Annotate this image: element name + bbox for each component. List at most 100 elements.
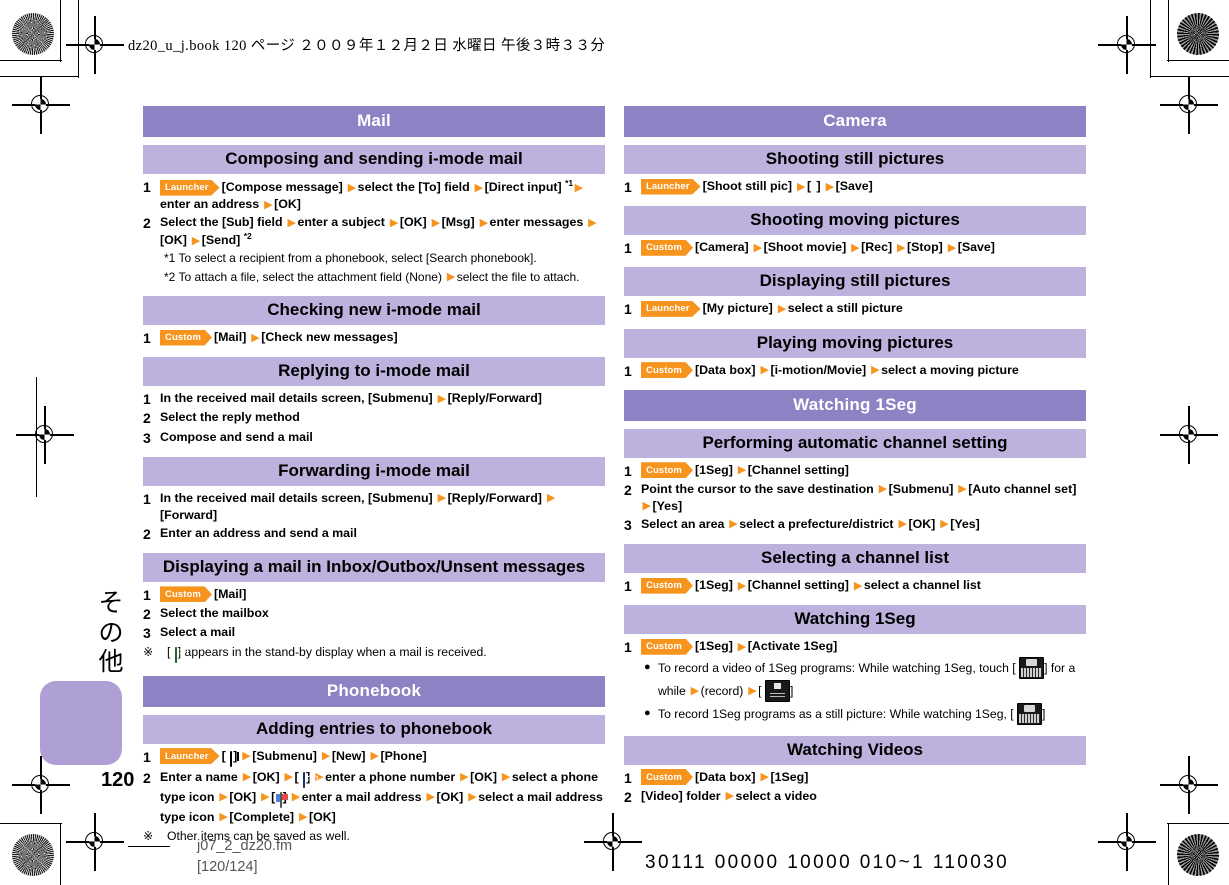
step-arrow-icon: ▶ [501, 771, 511, 784]
page-number: 120 [101, 769, 135, 791]
step-arrow-icon: ▶ [690, 685, 700, 698]
step-arrow-icon: ▶ [760, 364, 769, 377]
registration-target-bottom-left [12, 756, 70, 814]
subsection-spacer [624, 596, 1086, 605]
step-text: Launcher [Shoot still pic] ▶[ ] ▶ [Save] [641, 178, 1086, 195]
badge-custom: Custom [641, 577, 693, 594]
step-arrow-icon: ▶ [898, 518, 907, 531]
step-arrow-icon: ▶ [460, 771, 469, 784]
step-text: Custom [Mail] [160, 586, 605, 603]
subsection-header: Replying to i-mode mail [143, 357, 605, 387]
step-number: 1 [624, 639, 632, 656]
registration-target-bottom-center-left [66, 813, 124, 871]
telephone-icon [303, 771, 306, 789]
bullet-dot-icon: ● [644, 661, 651, 674]
side-tab-label: その他 [98, 588, 124, 676]
step-number: 2 [143, 215, 151, 232]
step-number: 2 [143, 606, 151, 623]
step-arrow-icon: ▶ [298, 811, 308, 824]
step-arrow-icon: ▶ [468, 791, 477, 804]
section-header: Mail [143, 106, 605, 137]
step-arrow-icon: ▶ [437, 492, 447, 505]
badge-custom: Custom [160, 329, 212, 346]
step-arrow-icon: ▶ [474, 181, 484, 194]
rosette-mark-top-left [12, 13, 54, 55]
step-arrow-icon: ▶ [642, 500, 651, 513]
step-text: In the received mail details screen, [Su… [160, 490, 556, 522]
step-arrow-icon: ▶ [437, 392, 447, 405]
step-row: 1 Launcher[ ] ▶ [Submenu] ▶ [New] ▶ [Phone] [143, 748, 605, 768]
subsection-spacer [143, 287, 605, 296]
step-arrow-icon: ▶ [737, 640, 747, 653]
step-arrow-icon: ▶ [321, 750, 331, 763]
step-row: 3 Select a mail [143, 624, 605, 642]
badge-custom: Custom [641, 769, 693, 785]
step-arrow-icon: ▶ [251, 331, 260, 344]
section-header: Phonebook [143, 675, 605, 707]
subsection-header: Displaying a mail in Inbox/Outbox/Unsent… [143, 552, 605, 582]
footnote-marker: *1 [565, 178, 574, 188]
step-arrow-icon: ▶ [284, 771, 293, 784]
step-number: 3 [143, 625, 151, 642]
subsection-header: Shooting still pictures [624, 145, 1086, 174]
mail-received-icon-glyph [174, 647, 177, 664]
step-row: 1 Custom [1Seg] ▶ [Channel setting] [624, 462, 1086, 480]
step-row: 1 Custom [Data box] ▶ [i-motion/Movie] ▶ sel… [624, 362, 1086, 380]
step-row: 2 Select the mailbox [143, 605, 605, 623]
subsection-header: Checking new i-mode mail [143, 296, 605, 326]
registration-target-top-right [1098, 16, 1156, 74]
step-row: 2 Point the cursor to the save destinatio… [624, 481, 1086, 515]
crop-mark-bl-h [0, 823, 62, 825]
step-text: Custom [1Seg] ▶ [Channel setting] [641, 462, 1086, 479]
step-arrow-icon: ▶ [219, 811, 228, 824]
step-text: Select a mail [160, 625, 236, 640]
rosette-mark-bottom-left [12, 834, 54, 876]
subsection-header: Playing moving pictures [624, 328, 1086, 358]
step-arrow-icon: ▶ [431, 216, 441, 229]
step-arrow-icon: ▶ [753, 241, 763, 254]
subsection-header: Performing automatic channel setting [624, 428, 1086, 458]
subsection-spacer [624, 727, 1086, 736]
step-arrow-icon: ▶ [370, 750, 379, 763]
step-text: Custom [Mail] ▶ [Check new messages] [160, 329, 605, 346]
footnote-text: *1 To select a recipient from a phoneboo… [164, 251, 537, 266]
capture-key-icon [1017, 703, 1043, 726]
crop-mark-tl-h [0, 60, 62, 62]
step-number: 1 [143, 179, 151, 195]
step-row: 2 Enter an address and send a mail [143, 525, 605, 543]
step-arrow-icon: ▶ [777, 302, 787, 315]
subsection-header: Watching 1Seg [624, 605, 1086, 635]
step-arrow-icon: ▶ [871, 364, 880, 377]
step-arrow-icon: ▶ [261, 791, 270, 804]
side-tab-block [40, 681, 122, 765]
trim-rule-left [36, 377, 38, 497]
badge-custom: Custom [160, 586, 212, 603]
step-text: Enter a name ▶[OK] ▶[ ] ▶enter a phone n… [160, 769, 603, 824]
step-number: 1 [143, 391, 151, 408]
step-text: Custom [Data box] ▶ [i-motion/Movie] ▶ sele… [641, 362, 1086, 379]
step-row: 2 Select the [Sub] field ▶ enter a subject… [143, 214, 605, 249]
step-arrow-icon: ▶ [737, 579, 747, 592]
footnote-text: *2 To attach a file, select the attachme… [164, 269, 605, 286]
footnote-marker: *2 [243, 231, 252, 242]
step-number: 1 [624, 301, 632, 318]
subsection-header: Forwarding i-mode mail [143, 456, 605, 486]
phonebook-icon-glyph [230, 750, 233, 767]
step-text: In the received mail details screen, [Su… [160, 391, 542, 406]
subsection-header: Selecting a channel list [624, 544, 1086, 574]
step-number: 1 [624, 362, 632, 379]
subsection-spacer [624, 258, 1086, 267]
step-arrow-icon: ▶ [940, 518, 949, 531]
step-number: 1 [143, 586, 151, 603]
crop-mark-bl-v [60, 823, 62, 885]
right-column: Camera Shooting still pictures 1 Launcher [S… [624, 106, 1086, 807]
step-text: Point the cursor to the save destination… [641, 481, 1077, 513]
footer-filename: j07_2_dz20.fm [120/124] [197, 836, 292, 878]
step-row: 3 Compose and send a mail [143, 429, 605, 447]
step-text: Select an area ▶ select a prefecture/dist… [641, 516, 980, 531]
step-text: Custom [1Seg] ▶ [Activate 1Seg] [641, 638, 1086, 655]
note-text: [ ] appears in the stand-by display when… [167, 644, 487, 664]
bullet-text: To record 1Seg programs as a still pictu… [658, 703, 1045, 726]
step-row: 1 Custom [1Seg] ▶ [Channel setting] ▶ select… [624, 577, 1086, 595]
step-number: 2 [624, 788, 632, 805]
